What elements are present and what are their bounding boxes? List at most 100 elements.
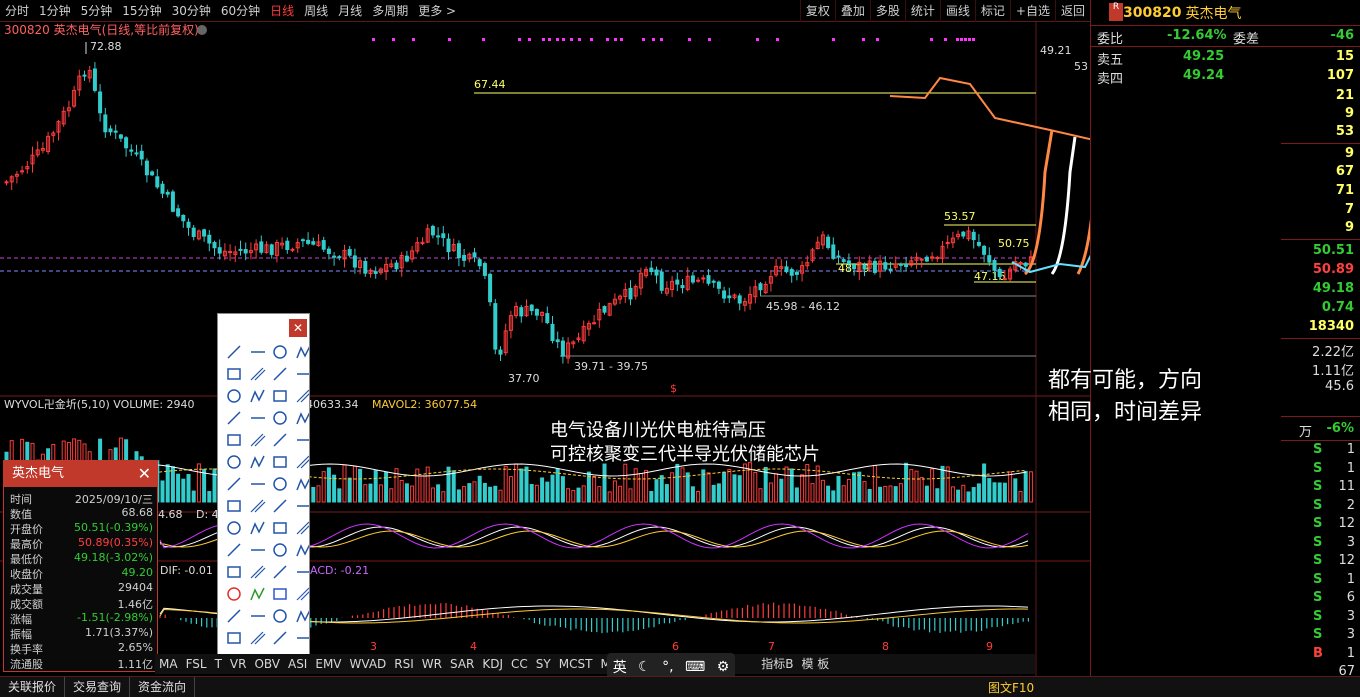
draw-tool-icon[interactable] [273, 477, 287, 491]
period-monthly[interactable]: 月线 [333, 0, 367, 22]
draw-tool-icon[interactable] [227, 411, 241, 425]
draw-tool-icon[interactable] [227, 368, 241, 380]
period-more[interactable]: 更多 > [413, 0, 461, 22]
draw-tool-icon[interactable] [227, 500, 241, 512]
draw-tool-icon[interactable] [273, 609, 287, 623]
draw-tool-icon[interactable] [273, 411, 287, 425]
draw-tool-icon[interactable] [250, 499, 266, 513]
indicator-tab[interactable]: KDJ [478, 654, 507, 674]
draw-tool-icon[interactable] [273, 390, 287, 402]
indicator-tab[interactable]: MCST [555, 654, 597, 674]
punctuation-icon[interactable]: °, [662, 659, 673, 675]
draw-tool-icon[interactable] [273, 588, 287, 600]
close-icon[interactable]: ✕ [138, 461, 151, 487]
draw-tool-icon[interactable] [296, 587, 312, 601]
indicator-tab[interactable]: WR [418, 654, 446, 674]
keyboard-icon[interactable]: ⌨ [685, 659, 705, 675]
draw-tool-icon[interactable] [273, 456, 287, 468]
draw-tool-icon[interactable] [273, 565, 287, 579]
indicator-tab[interactable]: SY [532, 654, 555, 674]
volume-bar [181, 478, 186, 503]
period-multi[interactable]: 多周期 [367, 0, 413, 22]
ime-lang-label[interactable]: 英 [613, 657, 627, 677]
draw-tool-icon[interactable] [296, 345, 311, 359]
period-fenshi[interactable]: 分时 [0, 0, 34, 22]
draw-tool-icon[interactable] [273, 433, 287, 447]
gear-icon[interactable]: ⚙ [717, 659, 730, 675]
tool-diejia[interactable]: 叠加 [834, 0, 870, 22]
indicator-tab[interactable]: T [211, 654, 226, 674]
close-icon[interactable]: ✕ [289, 319, 307, 337]
draw-tool-icon[interactable] [227, 455, 241, 469]
draw-tool-icon[interactable] [250, 631, 266, 645]
draw-tool-icon[interactable] [227, 587, 241, 601]
annotation-sectors-2: 可控核聚变三代半导光伏储能芯片 [550, 444, 820, 465]
draw-tool-icon[interactable] [273, 631, 287, 645]
indicator-tab[interactable]: SAR [446, 654, 478, 674]
candle [519, 305, 524, 323]
draw-tool-icon[interactable] [227, 566, 241, 578]
draw-tool-icon[interactable] [296, 411, 311, 425]
status-linked-quote[interactable]: 关联报价 [0, 677, 66, 697]
indicator-tab[interactable]: RSI [390, 654, 418, 674]
tool-duogu[interactable]: 多股 [869, 0, 905, 22]
draw-tool-icon[interactable] [296, 609, 311, 623]
draw-tool-icon[interactable] [250, 367, 266, 381]
drawing-tool-grid[interactable]: 买卖平 [218, 314, 312, 670]
period-daily[interactable]: 日线 [265, 0, 299, 22]
draw-tool-icon[interactable] [296, 477, 311, 491]
indicator-tab[interactable]: 指标B [757, 654, 797, 674]
draw-tool-icon[interactable] [296, 389, 312, 403]
period-5min[interactable]: 5分钟 [76, 0, 118, 22]
draw-tool-icon[interactable] [250, 587, 265, 601]
draw-tool-icon[interactable] [227, 477, 241, 491]
tool-add-favorite[interactable]: +自选 [1009, 0, 1055, 22]
indicator-tab[interactable]: EMV [311, 654, 345, 674]
draw-tool-icon[interactable] [250, 521, 265, 535]
period-15min[interactable]: 15分钟 [117, 0, 166, 22]
status-capital-flow[interactable]: 资金流向 [130, 677, 196, 697]
indicator-tab[interactable]: MA [155, 654, 182, 674]
draw-tool-icon[interactable] [250, 389, 265, 403]
indicator-tab[interactable]: FSL [182, 654, 211, 674]
header-dropdown-icon[interactable] [197, 25, 207, 35]
draw-tool-icon[interactable] [273, 499, 287, 513]
moon-icon[interactable]: ☾ [638, 659, 651, 675]
indicator-tab[interactable]: 模 板 [797, 654, 833, 674]
draw-tool-icon[interactable] [227, 521, 241, 535]
draw-tool-icon[interactable] [227, 609, 241, 623]
indicator-tab[interactable]: CC [507, 654, 532, 674]
draw-tool-icon[interactable] [227, 543, 241, 557]
draw-tool-icon[interactable] [227, 434, 241, 446]
draw-tool-icon[interactable] [250, 565, 266, 579]
draw-tool-icon[interactable] [227, 632, 241, 644]
draw-tool-icon[interactable] [250, 433, 266, 447]
tick-volume: 1 [1346, 571, 1355, 587]
period-60min[interactable]: 60分钟 [216, 0, 265, 22]
draw-tool-icon[interactable] [273, 345, 287, 359]
period-30min[interactable]: 30分钟 [167, 0, 216, 22]
kline-chart[interactable]: 300820 英杰电气(日线,等比前复权) 72.88 37.70 39.71 … [0, 22, 1090, 676]
draw-tool-icon[interactable] [273, 522, 287, 534]
tool-fuquan[interactable]: 复权 [799, 0, 835, 22]
period-weekly[interactable]: 周线 [299, 0, 333, 22]
status-trade-query[interactable]: 交易查询 [65, 677, 131, 697]
tool-back[interactable]: 返回 [1054, 0, 1090, 22]
indicator-tab[interactable]: ASI [284, 654, 311, 674]
tool-huaxian[interactable]: 画线 [939, 0, 975, 22]
draw-tool-icon[interactable] [273, 367, 287, 381]
draw-tool-icon[interactable] [227, 345, 241, 359]
draw-tool-icon[interactable] [296, 521, 312, 535]
draw-tool-icon[interactable] [250, 455, 265, 469]
indicator-tab[interactable]: OBV [250, 654, 284, 674]
tool-biaoji[interactable]: 标记 [974, 0, 1010, 22]
draw-tool-icon[interactable] [296, 455, 312, 469]
tool-tongji[interactable]: 统计 [904, 0, 940, 22]
draw-tool-icon[interactable] [227, 389, 241, 403]
period-1min[interactable]: 1分钟 [34, 0, 76, 22]
status-f10[interactable]: 图文F10 [988, 679, 1034, 696]
indicator-tab[interactable]: VR [226, 654, 251, 674]
draw-tool-icon[interactable] [296, 543, 311, 557]
draw-tool-icon[interactable] [273, 543, 287, 557]
indicator-tab[interactable]: WVAD [346, 654, 391, 674]
